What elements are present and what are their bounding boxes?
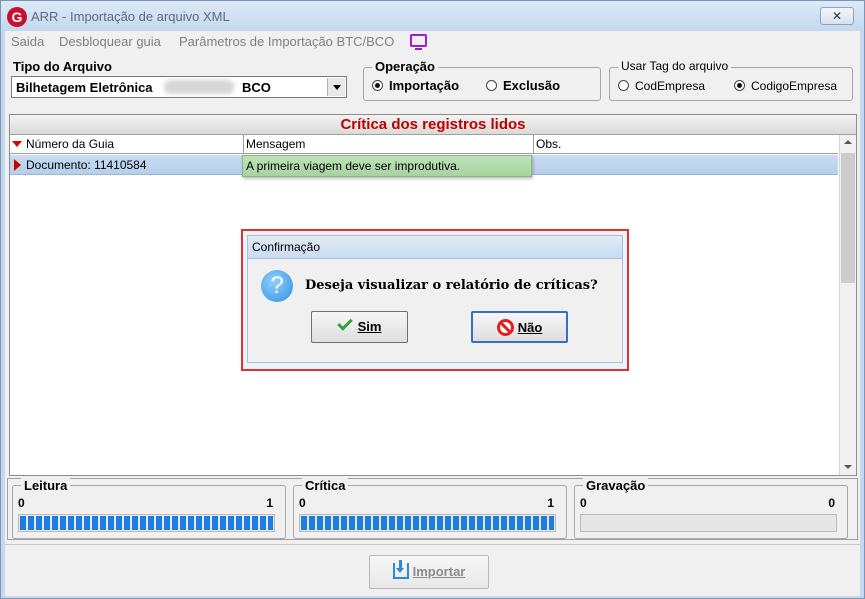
leitura-progress-fill	[20, 516, 273, 530]
gravacao-progress-bar	[580, 514, 837, 532]
gravacao-max: 0	[828, 496, 835, 510]
column-mensagem[interactable]: Mensagem	[244, 135, 534, 154]
menu-parametros-importacao[interactable]: Parâmetros de Importação BTC/BCO	[179, 34, 394, 49]
leitura-group: Leitura 0 1	[12, 478, 286, 539]
close-button[interactable]: ✕	[820, 7, 854, 25]
window-title: ARR - Importação de arquivo XML	[31, 9, 230, 24]
grid-title: Crítica dos registros lidos	[10, 115, 856, 135]
tipo-arquivo-value: Bilhetagem Eletrônica	[16, 80, 153, 95]
grid-header: Número da Guia Mensagem Obs.	[10, 135, 838, 154]
prohibited-icon	[496, 319, 514, 336]
radio-codempresa[interactable]: CodEmpresa	[618, 79, 705, 93]
leitura-min: 0	[18, 496, 25, 510]
footer-divider	[5, 544, 860, 545]
menu-desbloquear-guia[interactable]: Desbloquear guia	[59, 34, 161, 49]
usar-tag-title: Usar Tag do arquivo	[618, 59, 732, 73]
critica-min: 0	[299, 496, 306, 510]
scroll-down-icon[interactable]	[840, 459, 856, 475]
menu-bar: Saida Desbloquear guia Parâmetros de Imp…	[5, 31, 860, 53]
gravacao-label: Gravação	[583, 478, 649, 493]
scroll-thumb[interactable]	[841, 153, 855, 283]
monitor-icon[interactable]	[410, 34, 427, 50]
column-obs[interactable]: Obs.	[534, 135, 838, 154]
critica-progress-bar	[299, 514, 556, 532]
sim-button[interactable]: Sim	[311, 311, 408, 343]
import-icon	[392, 560, 409, 579]
radio-importacao[interactable]: Importação	[372, 78, 459, 93]
radio-unchecked-icon	[618, 80, 629, 91]
title-bar: G ARR - Importação de arquivo XML ✕	[1, 1, 864, 31]
operacao-group: Operação Importação Exclusão	[363, 59, 601, 101]
redacted-text	[164, 80, 234, 94]
tipo-arquivo-label: Tipo do Arquivo	[13, 59, 112, 74]
client-area: Saida Desbloquear guia Parâmetros de Imp…	[5, 31, 860, 596]
radio-checked-icon	[372, 80, 383, 91]
leitura-label: Leitura	[21, 478, 71, 493]
cell-mensagem: A primeira viagem deve ser improdutiva.	[242, 155, 532, 177]
question-icon: ?	[261, 270, 293, 302]
sort-arrow-icon	[12, 141, 22, 147]
tipo-arquivo-select[interactable]: Bilhetagem Eletrônica BCO	[11, 76, 347, 98]
gravacao-min: 0	[580, 496, 587, 510]
gravacao-group: Gravação 0 0	[574, 478, 848, 539]
leitura-max: 1	[266, 496, 273, 510]
critica-label: Crítica	[302, 478, 349, 493]
dialog-message: Deseja visualizar o relatório de crítica…	[305, 278, 598, 293]
tipo-arquivo-suffix: BCO	[242, 80, 271, 95]
main-window: G ARR - Importação de arquivo XML ✕ Said…	[0, 0, 865, 599]
operacao-title: Operação	[372, 59, 438, 74]
app-logo-icon: G	[7, 7, 27, 27]
leitura-progress-bar	[18, 514, 275, 532]
vertical-scrollbar[interactable]	[839, 135, 856, 475]
radio-exclusao[interactable]: Exclusão	[486, 78, 560, 93]
cell-guia: Documento: 11410584	[26, 158, 147, 172]
critica-group: Crítica 0 1	[293, 478, 567, 539]
menu-saida[interactable]: Saida	[11, 34, 44, 49]
column-numero-guia[interactable]: Número da Guia	[24, 135, 244, 154]
critica-max: 1	[547, 496, 554, 510]
check-icon	[336, 315, 353, 331]
importar-button[interactable]: Importar	[369, 555, 489, 589]
critica-progress-fill	[301, 516, 554, 530]
row-indicator-icon	[14, 159, 21, 171]
usar-tag-group: Usar Tag do arquivo CodEmpresa CodigoEmp…	[609, 59, 853, 101]
dialog-title: Confirmação	[247, 235, 623, 259]
radio-unchecked-icon	[486, 80, 497, 91]
nao-button[interactable]: Não	[471, 311, 568, 343]
progress-panel: Leitura 0 1 Crítica 0 1 Gravação 0 0	[7, 478, 858, 540]
scroll-up-icon[interactable]	[840, 135, 856, 151]
chevron-down-icon[interactable]	[327, 78, 345, 96]
confirmation-dialog: Confirmação ? Deseja visualizar o relató…	[241, 229, 629, 371]
radio-codigoempresa[interactable]: CodigoEmpresa	[734, 79, 837, 93]
dialog-body: ? Deseja visualizar o relatório de críti…	[247, 259, 623, 363]
radio-checked-icon	[734, 80, 745, 91]
